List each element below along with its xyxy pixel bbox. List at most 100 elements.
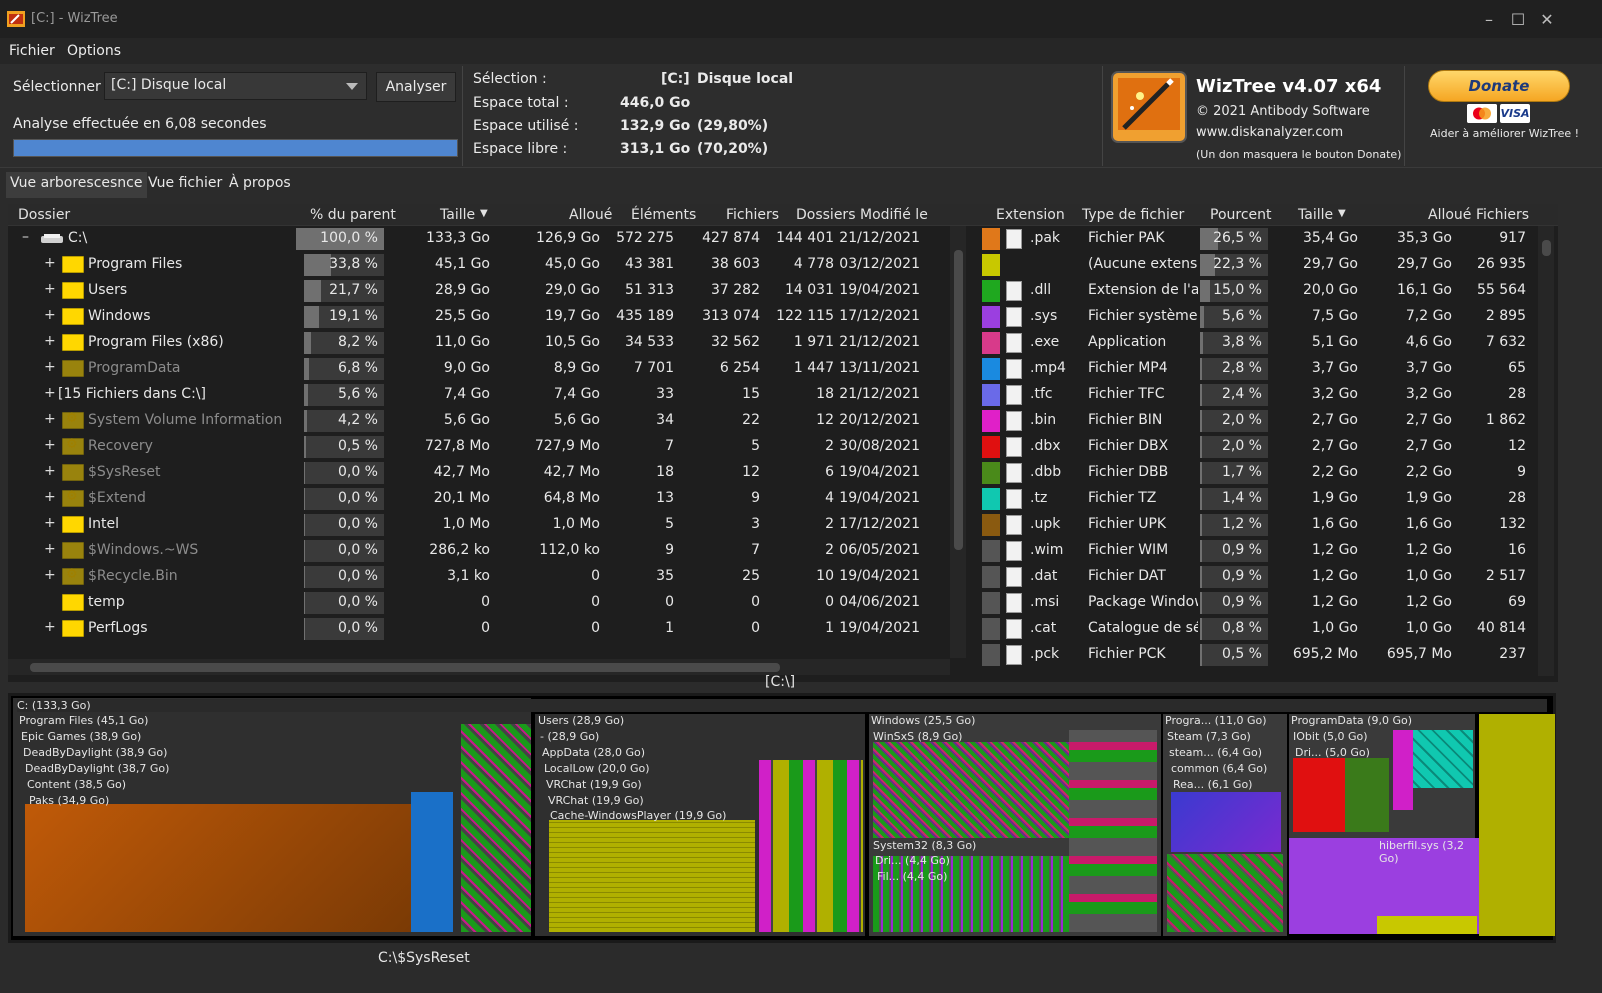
close-button[interactable]: ✕ xyxy=(1532,8,1562,32)
treemap-winsxs[interactable] xyxy=(873,742,1069,838)
treemap-block-pagefile[interactable] xyxy=(1479,714,1555,936)
expand-toggle-icon[interactable]: + xyxy=(44,411,56,427)
column-header-folder[interactable]: Dossier xyxy=(18,207,70,223)
treemap-block-mp4[interactable] xyxy=(411,792,453,932)
title-bar xyxy=(0,0,1602,38)
expand-toggle-icon[interactable]: + xyxy=(44,359,56,375)
menu-fichier[interactable]: Fichier xyxy=(9,43,55,59)
treemap-block-yellow-small[interactable] xyxy=(1377,916,1477,934)
extension-row[interactable]: .sys Fichier système 5,6 % 7,5 Go 7,2 Go 2 89… xyxy=(974,304,1558,330)
tree-row[interactable]: + ⚙ Recovery 0,5 % 727,8 Mo 727,9 Mo 7 5 2 30/08/… xyxy=(8,434,974,460)
tree-row[interactable]: + ⚙ System Volume Information 4,2 % 5,6 Go 5,… xyxy=(8,408,974,434)
extension-row[interactable]: .tz Fichier TZ 1,4 % 1,9 Go 1,9 Go 28 xyxy=(974,486,1558,512)
treemap-block-dbx[interactable] xyxy=(1293,758,1345,832)
column-header-items[interactable]: Éléments xyxy=(631,207,696,223)
tree-row[interactable]: + Windows 19,1 % 25,5 Go 19,7 Go 435 189 313 0… xyxy=(8,304,974,330)
tree-row[interactable]: + [15 Fichiers dans C:\] 5,6 % 7,4 Go 7,4 Go… xyxy=(8,382,974,408)
website-link[interactable]: www.diskanalyzer.com xyxy=(1196,125,1343,140)
column-header-folders[interactable]: Dossiers xyxy=(796,207,856,223)
expand-toggle-icon[interactable]: + xyxy=(44,489,56,505)
column-header-extension[interactable]: Extension xyxy=(996,207,1065,223)
tree-row[interactable]: + $Windows.~WS 0,0 % 286,2 ko 112,0 ko 9 7 2 06/… xyxy=(8,538,974,564)
expand-toggle-icon[interactable]: + xyxy=(44,255,56,271)
expand-toggle-icon[interactable]: + xyxy=(44,567,56,583)
column-header-ext-files[interactable]: Fichiers xyxy=(1476,207,1529,223)
treemap-block-mixed[interactable] xyxy=(759,760,863,932)
column-header-ext-size[interactable]: Taille xyxy=(1298,207,1333,223)
expand-toggle-icon[interactable]: + xyxy=(44,515,56,531)
tree-row[interactable]: + Program Files 33,8 % 45,1 Go 45,0 Go 43 381… xyxy=(8,252,974,278)
treemap-label-vrchat-2: VRChat (19,9 Go) xyxy=(548,794,644,807)
treemap-system32[interactable] xyxy=(873,856,1069,932)
expand-toggle-icon[interactable]: – xyxy=(22,229,29,245)
column-header-modified[interactable]: Modifié le xyxy=(860,207,928,223)
expand-toggle-icon[interactable]: + xyxy=(44,541,56,557)
tree-row[interactable]: – C:\ 100,0 % 133,3 Go 126,9 Go 572 275 427 87… xyxy=(8,226,974,252)
treemap-x86-misc[interactable] xyxy=(1167,854,1283,932)
column-header-file-type[interactable]: Type de fichier xyxy=(1082,207,1184,223)
column-header-ext-allocated[interactable]: Alloué xyxy=(1428,207,1471,223)
expand-toggle-icon[interactable]: + xyxy=(44,437,56,453)
expand-toggle-icon[interactable]: + xyxy=(44,619,56,635)
treemap-block-bin[interactable] xyxy=(1393,730,1413,810)
expand-toggle-icon[interactable]: + xyxy=(44,281,56,297)
extension-row[interactable]: .dbx Fichier DBX 2,0 % 2,7 Go 2,7 Go 12 xyxy=(974,434,1558,460)
tree-scroll-thumb[interactable] xyxy=(954,250,963,550)
treemap-block-windows-misc[interactable] xyxy=(1069,730,1157,932)
extension-row[interactable]: .dbb Fichier DBB 1,7 % 2,2 Go 2,2 Go 9 xyxy=(974,460,1558,486)
treemap-steam-block[interactable] xyxy=(1171,792,1281,852)
tab-about[interactable]: À propos xyxy=(225,172,295,198)
tree-row[interactable]: + Users 21,7 % 28,9 Go 29,0 Go 51 313 37 282 14… xyxy=(8,278,974,304)
column-header-percent-parent[interactable]: % du parent xyxy=(310,207,396,223)
column-header-size[interactable]: Taille xyxy=(440,207,475,223)
expand-toggle-icon[interactable]: + xyxy=(44,307,56,323)
extension-row[interactable]: .dat Fichier DAT 0,9 % 1,2 Go 1,0 Go 2 517 xyxy=(974,564,1558,590)
tree-row[interactable]: + Program Files (x86) 8,2 % 11,0 Go 10,5 Go 3… xyxy=(8,330,974,356)
menu-options[interactable]: Options xyxy=(67,43,121,59)
extension-percent: 5,6 % xyxy=(1221,308,1262,324)
expand-toggle-icon[interactable]: + xyxy=(44,463,56,479)
tree-row[interactable]: + Intel 0,0 % 1,0 Mo 1,0 Mo 5 3 2 17/12/2021 xyxy=(8,512,974,538)
treemap-paks[interactable] xyxy=(25,804,413,932)
tree-row[interactable]: + ProgramData 6,8 % 9,0 Go 8,9 Go 7 701 6 254 1… xyxy=(8,356,974,382)
extension-row[interactable]: .dll Extension de l'ap 15,0 % 20,0 Go 16,1 G… xyxy=(974,278,1558,304)
analyze-button[interactable]: Analyser xyxy=(376,72,456,102)
treemap-block-dll[interactable] xyxy=(461,724,531,932)
extension-row[interactable]: .mp4 Fichier MP4 2,8 % 3,7 Go 3,7 Go 65 xyxy=(974,356,1558,382)
extension-scroll-thumb[interactable] xyxy=(1542,240,1551,256)
expand-toggle-icon[interactable]: + xyxy=(44,385,56,401)
extension-vertical-scrollbar[interactable] xyxy=(1538,226,1554,676)
maximize-button[interactable]: ☐ xyxy=(1503,8,1533,32)
tree-row[interactable]: + PerfLogs 0,0 % 0 0 1 0 1 19/04/2021 xyxy=(8,616,974,642)
column-header-files[interactable]: Fichiers xyxy=(726,207,779,223)
column-header-percent[interactable]: Pourcent xyxy=(1210,207,1272,223)
minimize-button[interactable]: – xyxy=(1474,8,1504,32)
tree-hscroll-thumb[interactable] xyxy=(30,663,780,672)
extension-row[interactable]: .pak Fichier PAK 26,5 % 35,4 Go 35,3 Go 917 xyxy=(974,226,1558,252)
extension-row[interactable]: .bin Fichier BIN 2,0 % 2,7 Go 2,7 Go 1 862 xyxy=(974,408,1558,434)
tab-file-view[interactable]: Vue fichier xyxy=(144,172,226,198)
extension-row[interactable]: .upk Fichier UPK 1,2 % 1,6 Go 1,6 Go 132 xyxy=(974,512,1558,538)
expand-toggle-icon[interactable]: + xyxy=(44,333,56,349)
drive-select[interactable]: [C:] Disque local xyxy=(104,72,367,100)
tree-row[interactable]: temp 0,0 % 0 0 0 0 0 04/06/2021 xyxy=(8,590,974,616)
extension-row[interactable]: .pck Fichier PCK 0,5 % 695,2 Mo 695,7 Mo 237 xyxy=(974,642,1558,668)
extension-row[interactable]: .exe Application 3,8 % 5,1 Go 4,6 Go 7 632 xyxy=(974,330,1558,356)
extension-row[interactable]: .cat Catalogue de sé 0,8 % 1,0 Go 1,0 Go 40 8… xyxy=(974,616,1558,642)
tree-row[interactable]: + ⚙ $Extend 0,0 % 20,1 Mo 64,8 Mo 13 9 4 19/04/20… xyxy=(8,486,974,512)
column-header-allocated[interactable]: Alloué xyxy=(569,207,612,223)
tree-row-alloc: 42,7 Mo xyxy=(543,464,600,480)
treemap-block-dbb[interactable] xyxy=(1345,758,1389,832)
treemap-cache-windowsplayer[interactable] xyxy=(549,820,755,932)
tree-horizontal-scrollbar[interactable] xyxy=(8,659,950,675)
extension-row[interactable]: (Aucune extensio 22,3 % 29,7 Go 29,7 Go 26 9… xyxy=(974,252,1558,278)
donate-button[interactable]: Donate xyxy=(1428,70,1570,102)
extension-row[interactable]: .wim Fichier WIM 0,9 % 1,2 Go 1,2 Go 16 xyxy=(974,538,1558,564)
tree-row[interactable]: + ⚙ $Recycle.Bin 0,0 % 3,1 ko 0 35 25 10 19/04/20… xyxy=(8,564,974,590)
extension-row[interactable]: .msi Package Window 0,9 % 1,2 Go 1,2 Go 69 xyxy=(974,590,1558,616)
tab-tree-view[interactable]: Vue arborescesnce xyxy=(6,172,147,198)
treemap[interactable]: C: (133,3 Go) Program Files (45,1 Go) Ep… xyxy=(8,693,1556,943)
tree-row[interactable]: + $SysReset 0,0 % 42,7 Mo 42,7 Mo 18 12 6 19/04/… xyxy=(8,460,974,486)
tree-vertical-scrollbar[interactable] xyxy=(950,226,966,658)
extension-row[interactable]: .tfc Fichier TFC 2,4 % 3,2 Go 3,2 Go 28 xyxy=(974,382,1558,408)
